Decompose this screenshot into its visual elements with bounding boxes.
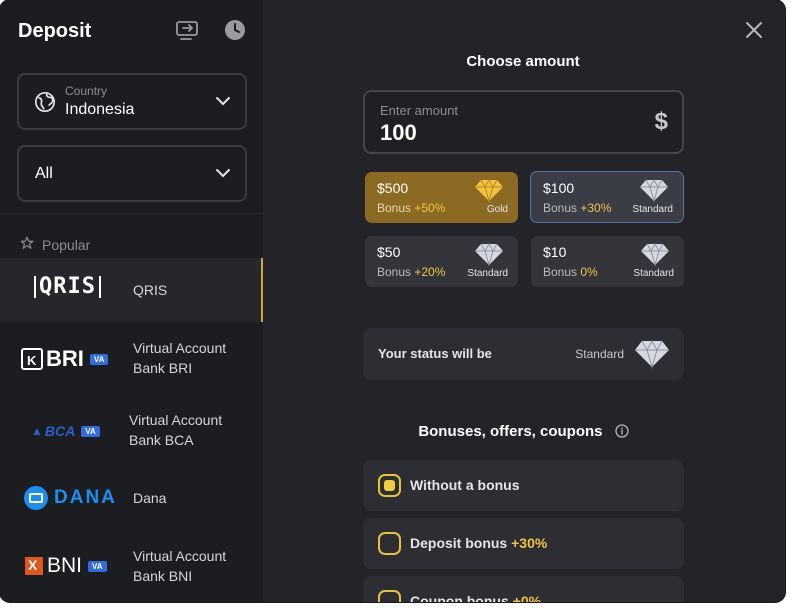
qris-logo: QRIS [34,276,101,298]
bonus-option-label: Without a bonus [410,477,520,493]
bni-logo: X BNI VA [25,554,107,578]
bonus-option-label: Coupon bonus +0% [410,593,542,602]
silver-diamond-icon [639,178,669,202]
preset-amount: $10 [543,244,567,260]
payment-method-bca[interactable]: ▲ BCA VA Virtual Account Bank BCA [0,396,263,466]
va-badge: VA [89,353,109,365]
amount-value[interactable]: 100 [380,120,417,146]
chevron-down-icon [215,95,231,107]
status-label: Your status will be [378,346,492,361]
amount-placeholder: Enter amount [380,103,459,118]
info-icon[interactable] [615,424,629,438]
preset-tier: Standard [467,268,508,279]
preset-tier: Gold [486,204,508,215]
preset-tier: Standard [633,268,674,279]
amount-input[interactable]: Enter amount 100 $ [363,90,684,154]
bonus-option-none[interactable]: Without a bonus [363,460,684,511]
preset-amount: $100 [543,180,575,196]
dana-logo: DANA [24,486,117,510]
status-tier: Standard [575,347,624,361]
radio-unchecked[interactable] [378,532,401,555]
bonus-option-deposit[interactable]: Deposit bonus +30% [363,518,684,569]
bonus-option-coupon[interactable]: Coupon bonus +0% [363,576,684,602]
payment-method-bni[interactable]: X BNI VA Virtual Account Bank BNI [0,532,263,602]
globe-icon [34,91,56,113]
preset-bonus: Bonus 0% [543,265,598,279]
method-name: Dana [133,490,167,506]
preset-100-card[interactable]: $100 Bonus +30% Standard [530,171,684,223]
method-name: QRIS [133,282,168,298]
payment-sidebar: Deposit Country Indonesia All Popular QR… [0,0,263,602]
preset-10-card[interactable]: $10 Bonus 0% Standard [531,236,684,287]
preset-amount: $50 [377,244,401,260]
va-badge: VA [88,560,107,572]
silver-diamond-icon [634,339,670,369]
sidebar-divider [0,213,263,214]
payment-method-qris[interactable]: QRIS QRIS [0,258,263,322]
bri-logo: K BRI VA [21,346,109,372]
filter-value: All [35,165,53,182]
preset-tier: Standard [632,204,673,215]
silver-diamond-icon [474,242,504,266]
deposit-modal: Deposit Country Indonesia All Popular QR… [0,0,785,602]
radio-unchecked[interactable] [378,590,401,602]
country-select[interactable]: Country Indonesia [17,73,247,130]
bca-logo: ▲ BCA VA [31,423,100,439]
preset-bonus: Bonus +20% [377,265,446,279]
method-name: Virtual Account Bank BNI [133,548,227,584]
preset-bonus: Bonus +30% [543,201,612,215]
choose-amount-heading: Choose amount [466,53,580,70]
popular-section-header: Popular [20,236,90,253]
status-preview: Your status will be Standard [363,328,684,380]
method-name: Virtual Account Bank BRI [133,340,227,376]
preset-amount: $500 [377,180,409,196]
radio-checked[interactable] [378,474,401,497]
va-badge: VA [81,425,100,437]
preset-500-card[interactable]: $500 Bonus +50% Gold [365,172,518,223]
method-name: Virtual Account Bank BCA [129,412,223,448]
method-filter-select[interactable]: All [17,145,247,202]
transfer-icon[interactable] [175,18,199,42]
bonus-heading: Bonuses, offers, coupons [363,423,684,440]
preset-bonus: Bonus +50% [377,201,446,215]
sidebar-title: Deposit [18,20,92,42]
payment-method-dana[interactable]: DANA Dana [0,468,263,528]
country-label: Country [65,84,108,98]
dollar-icon: $ [654,108,668,135]
close-icon[interactable] [744,20,764,40]
country-value: Indonesia [65,101,135,118]
payment-method-bri[interactable]: K BRI VA Virtual Account Bank BRI [0,324,263,394]
bonus-option-label: Deposit bonus +30% [410,535,548,551]
history-clock-icon[interactable] [223,18,247,42]
popular-label: Popular [42,236,91,253]
chevron-down-icon [215,167,231,179]
silver-diamond-icon [640,242,670,266]
preset-50-card[interactable]: $50 Bonus +20% Standard [365,236,518,287]
gold-diamond-icon [474,178,504,202]
star-icon [20,236,34,253]
